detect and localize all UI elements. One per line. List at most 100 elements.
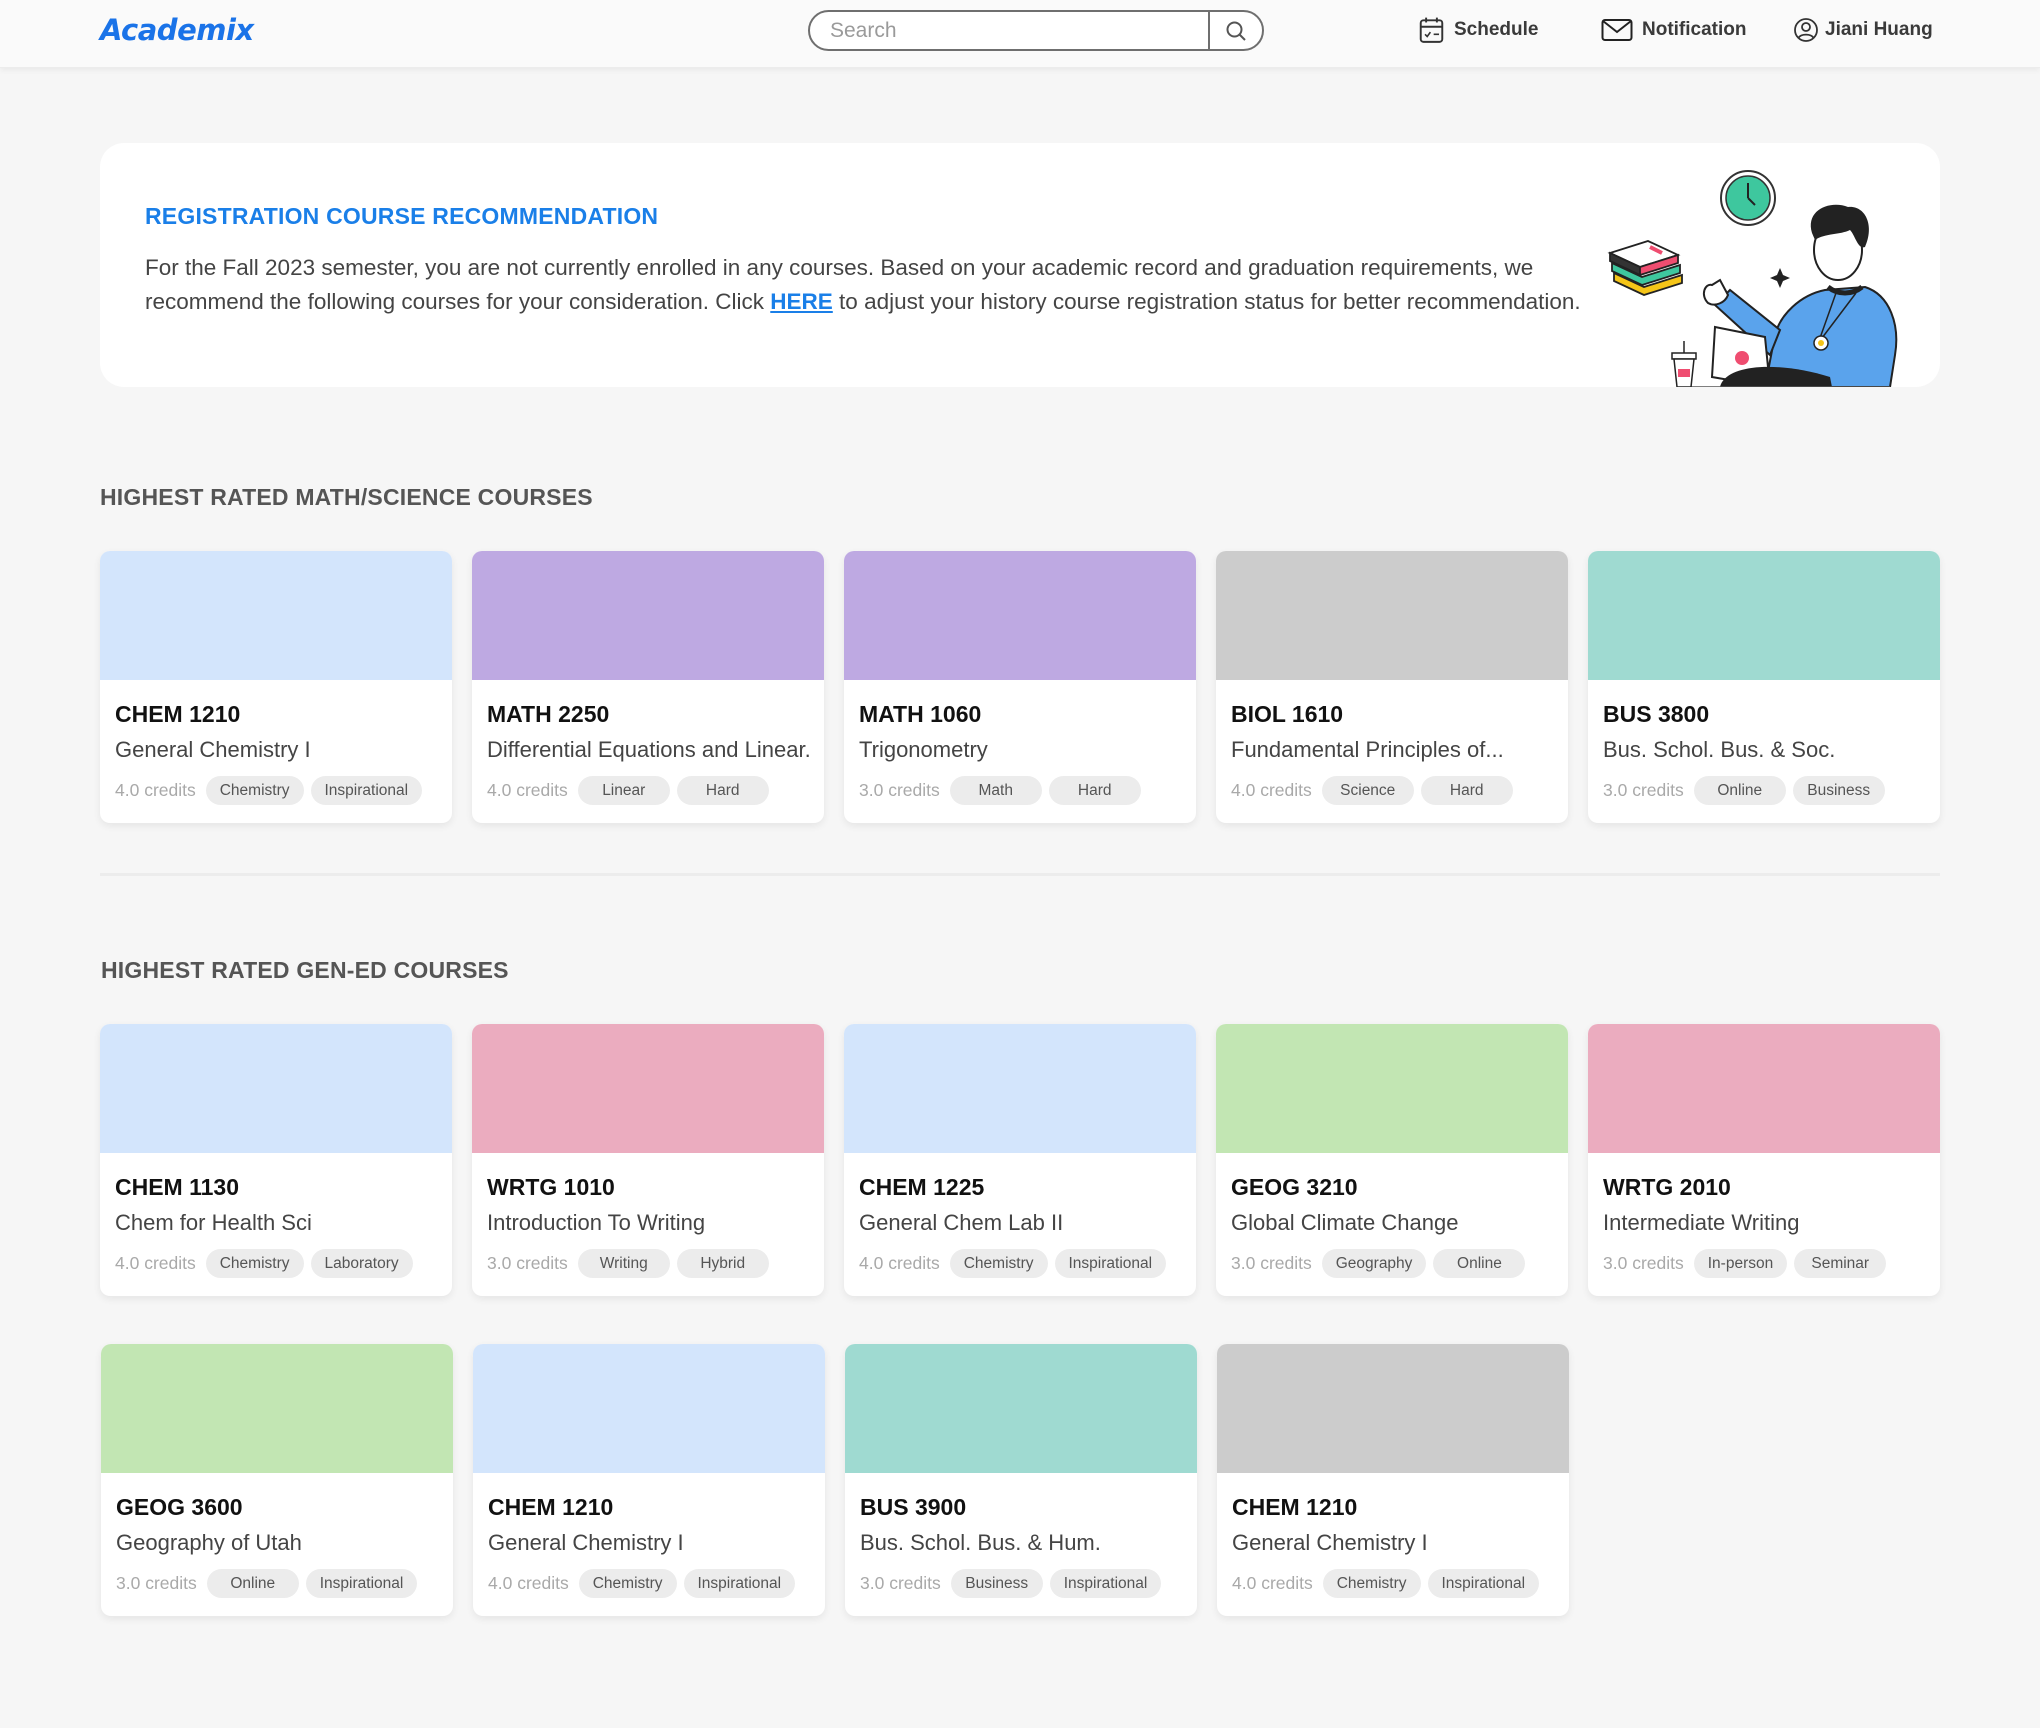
course-card-body: CHEM 1130 Chem for Health Sci 4.0 credit… <box>100 1153 452 1278</box>
course-title: Bus. Schol. Bus. & Soc. <box>1603 737 1836 762</box>
course-card[interactable]: BUS 3800 Bus. Schol. Bus. & Soc. 3.0 cre… <box>1588 551 1940 823</box>
course-card[interactable]: BIOL 1610 Fundamental Principles of... 4… <box>1216 551 1568 823</box>
course-tag: Business <box>950 1569 1043 1598</box>
top-nav-bar: Academix Schedule Notification <box>0 0 2040 68</box>
section-title-math-science: HIGHEST RATED MATH/SCIENCE COURSES <box>100 484 593 510</box>
course-tag: Seminar <box>1794 1249 1887 1278</box>
course-tag: Inspirational <box>310 776 423 805</box>
course-credits: 4.0 credits <box>488 1573 569 1593</box>
mail-icon <box>1601 19 1633 41</box>
search-bar <box>808 10 1264 51</box>
search-input[interactable] <box>810 12 1208 49</box>
section-title-gen-ed: HIGHEST RATED GEN-ED COURSES <box>101 957 509 983</box>
nav-user-profile[interactable]: Jiani Huang <box>1793 14 1933 46</box>
course-code: BIOL 1610 <box>1231 701 1344 727</box>
nav-schedule-label: Schedule <box>1454 19 1539 40</box>
recommendation-banner: REGISTRATION COURSE RECOMMENDATION For t… <box>100 143 1940 387</box>
app-logo[interactable]: Academix <box>100 13 254 47</box>
course-card-body: BUS 3800 Bus. Schol. Bus. & Soc. 3.0 cre… <box>1588 680 1940 805</box>
course-tag: Online <box>1433 1249 1526 1278</box>
course-tag: Inspirational <box>1427 1569 1540 1598</box>
course-code: WRTG 1010 <box>487 1174 615 1200</box>
course-tag: Inspirational <box>1054 1249 1167 1278</box>
course-cover <box>1216 551 1568 680</box>
course-title: General Chemistry I <box>115 737 311 762</box>
course-title: Global Climate Change <box>1231 1210 1459 1235</box>
course-cover <box>845 1344 1197 1473</box>
course-title: General Chemistry I <box>1232 1530 1428 1555</box>
course-title: Introduction To Writing <box>487 1210 706 1235</box>
course-tag: Chemistry <box>949 1249 1048 1278</box>
course-card[interactable]: BUS 3900 Bus. Schol. Bus. & Hum. 3.0 cre… <box>845 1344 1197 1616</box>
course-code: CHEM 1210 <box>115 701 241 727</box>
course-title: Geography of Utah <box>116 1530 302 1555</box>
course-credits: 4.0 credits <box>1231 780 1312 800</box>
course-card-body: GEOG 3210 Global Climate Change 3.0 cred… <box>1216 1153 1568 1278</box>
course-cover <box>1588 1024 1940 1153</box>
course-title: Differential Equations and Linear.. <box>487 737 809 762</box>
course-meta: 4.0 credits Chemistry Inspirational <box>1232 1569 1554 1598</box>
course-meta: 3.0 credits Math Hard <box>859 776 1181 805</box>
course-code: WRTG 2010 <box>1603 1174 1731 1200</box>
course-tag: Hard <box>1420 776 1513 805</box>
course-meta: 3.0 credits Business Inspirational <box>860 1569 1182 1598</box>
course-card-body: WRTG 1010 Introduction To Writing 3.0 cr… <box>472 1153 824 1278</box>
course-title: General Chemistry I <box>488 1530 684 1555</box>
nav-notification[interactable]: Notification <box>1601 14 1747 46</box>
course-card[interactable]: GEOG 3210 Global Climate Change 3.0 cred… <box>1216 1024 1568 1296</box>
course-card[interactable]: CHEM 1210 General Chemistry I 4.0 credit… <box>100 551 452 823</box>
course-card[interactable]: CHEM 1210 General Chemistry I 4.0 credit… <box>1217 1344 1569 1616</box>
course-title: Bus. Schol. Bus. & Hum. <box>860 1530 1101 1555</box>
course-card[interactable]: MATH 1060 Trigonometry 3.0 credits Math … <box>844 551 1196 823</box>
course-code: CHEM 1130 <box>115 1174 240 1200</box>
course-card[interactable]: CHEM 1225 General Chem Lab II 4.0 credit… <box>844 1024 1196 1296</box>
course-title: Fundamental Principles of... <box>1231 737 1504 762</box>
coffee-cup-icon <box>1671 341 1697 387</box>
course-credits: 3.0 credits <box>116 1573 197 1593</box>
course-code: CHEM 1210 <box>1232 1494 1358 1520</box>
course-card[interactable]: GEOG 3600 Geography of Utah 3.0 credits … <box>101 1344 453 1616</box>
course-cover <box>100 551 452 680</box>
adjust-history-link[interactable]: HERE <box>770 289 833 314</box>
course-tag: Inspirational <box>1049 1569 1162 1598</box>
course-meta: 4.0 credits Chemistry Inspirational <box>488 1569 810 1598</box>
course-card[interactable]: CHEM 1130 Chem for Health Sci 4.0 credit… <box>100 1024 452 1296</box>
course-cover <box>1217 1344 1569 1473</box>
course-meta: 4.0 credits Chemistry Inspirational <box>859 1249 1181 1278</box>
course-meta: 3.0 credits Writing Hybrid <box>487 1249 809 1278</box>
course-tag: Inspirational <box>305 1569 418 1598</box>
course-cover <box>473 1344 825 1473</box>
course-meta: 4.0 credits Science Hard <box>1231 776 1553 805</box>
course-card[interactable]: WRTG 2010 Intermediate Writing 3.0 credi… <box>1588 1024 1940 1296</box>
nav-user-name: Jiani Huang <box>1825 19 1933 40</box>
course-code: CHEM 1225 <box>859 1174 985 1200</box>
course-card[interactable]: CHEM 1210 General Chemistry I 4.0 credit… <box>473 1344 825 1616</box>
course-card[interactable]: WRTG 1010 Introduction To Writing 3.0 cr… <box>472 1024 824 1296</box>
course-tag: Chemistry <box>205 1249 304 1278</box>
course-credits: 3.0 credits <box>1231 1253 1312 1273</box>
course-code: CHEM 1210 <box>488 1494 614 1520</box>
course-code: BUS 3800 <box>1603 701 1710 727</box>
section-divider <box>100 873 1940 876</box>
course-card-body: MATH 2250 Differential Equations and Lin… <box>472 680 824 805</box>
course-cover <box>472 551 824 680</box>
search-button[interactable] <box>1208 12 1262 49</box>
course-meta: 4.0 credits Chemistry Laboratory <box>115 1249 437 1278</box>
course-tag: Business <box>1792 776 1885 805</box>
search-icon <box>1226 21 1246 41</box>
course-credits: 4.0 credits <box>487 780 568 800</box>
course-meta: 3.0 credits Online Inspirational <box>116 1569 438 1598</box>
course-meta: 4.0 credits Linear Hard <box>487 776 809 805</box>
course-tag: Writing <box>577 1249 670 1278</box>
course-card[interactable]: MATH 2250 Differential Equations and Lin… <box>472 551 824 823</box>
course-tag: Geography <box>1321 1249 1427 1278</box>
banner-title: REGISTRATION COURSE RECOMMENDATION <box>145 203 659 229</box>
student-laptop-illustration <box>1607 170 1898 387</box>
nav-schedule[interactable]: Schedule <box>1418 14 1538 46</box>
course-credits: 3.0 credits <box>860 1573 941 1593</box>
course-cover <box>101 1344 453 1473</box>
course-title: General Chem Lab II <box>859 1210 1064 1235</box>
course-tag: Hybrid <box>676 1249 769 1278</box>
course-credits: 3.0 credits <box>487 1253 568 1273</box>
course-tag: Math <box>949 776 1042 805</box>
